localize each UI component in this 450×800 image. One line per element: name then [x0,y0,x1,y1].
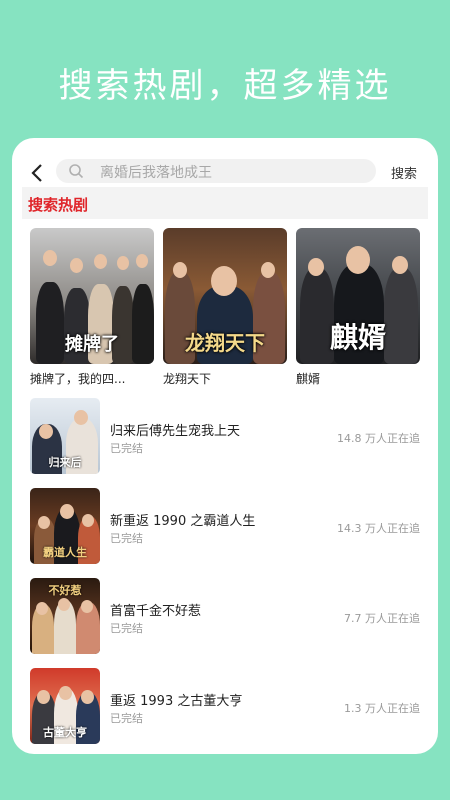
drama-poster: 龙翔天下 [163,228,287,364]
viewer-count: 1.3 万人正在追 [344,702,420,715]
search-input[interactable]: 离婚后我落地成王 [56,159,376,183]
thumbnail-text: 不好惹 [48,584,82,597]
drama-status: 已完结 [110,622,143,635]
drama-title: 新重返 1990 之霸道人生 [110,514,256,529]
drama-title: 首富千金不好惹 [110,604,202,619]
drama-poster: 麒婿 [296,228,420,364]
top-dramas: 摊牌了 摊牌了，我的四... 龙翔天下 龙翔天下 麒婿 麒婿 [12,228,438,388]
drama-status: 已完结 [110,442,143,455]
top-drama-card[interactable]: 摊牌了 摊牌了，我的四... [30,228,154,387]
top-drama-card[interactable]: 麒婿 麒婿 [296,228,420,387]
search-bar: 离婚后我落地成王 搜索 [12,156,438,190]
viewer-count: 7.7 万人正在追 [344,612,420,625]
drama-caption: 龙翔天下 [163,372,212,386]
poster-title: 龙翔天下 [185,331,265,355]
thumbnail-text: 归来后 [48,456,82,469]
section-header: 搜索热剧 [22,187,428,219]
drama-caption: 麒婿 [296,372,321,386]
drama-title: 归来后傅先生宠我上天 [110,424,241,439]
section-title: 搜索热剧 [28,196,89,214]
page-headline: 搜索热剧，超多精选 [58,66,392,106]
list-item[interactable]: 归来后 归来后傅先生宠我上天 已完结 14.8 万人正在追 [12,398,438,476]
drama-title: 重返 1993 之古董大亨 [110,694,243,709]
poster-title: 摊牌了 [65,334,119,355]
viewer-count: 14.8 万人正在追 [337,432,420,445]
list-item[interactable]: 古董大亨 重返 1993 之古董大亨 已完结 1.3 万人正在追 [12,668,438,746]
viewer-count: 14.3 万人正在追 [337,522,420,535]
thumbnail-text: 古董大亨 [43,726,87,739]
search-results-card: 离婚后我落地成王 搜索 搜索热剧 摊牌了 摊牌了，我的四... 龙翔天下 龙翔天… [12,138,438,754]
poster-title: 麒婿 [329,321,386,354]
list-item[interactable]: 不好惹 首富千金不好惹 已完结 7.7 万人正在追 [12,578,438,656]
top-drama-card[interactable]: 龙翔天下 龙翔天下 [163,228,287,387]
chevron-left-icon[interactable] [28,162,48,184]
drama-caption: 摊牌了，我的四... [30,372,126,386]
search-icon [68,163,84,179]
drama-status: 已完结 [110,532,143,545]
drama-thumbnail: 归来后 [30,398,100,474]
thumbnail-text: 霸道人生 [43,546,87,559]
drama-poster: 摊牌了 [30,228,154,364]
drama-thumbnail: 古董大亨 [30,668,100,744]
search-placeholder: 离婚后我落地成王 [100,165,212,181]
list-item[interactable]: 霸道人生 新重返 1990 之霸道人生 已完结 14.3 万人正在追 [12,488,438,566]
drama-thumbnail: 不好惹 [30,578,100,654]
search-button[interactable]: 搜索 [391,163,417,182]
drama-thumbnail: 霸道人生 [30,488,100,564]
drama-status: 已完结 [110,712,143,725]
